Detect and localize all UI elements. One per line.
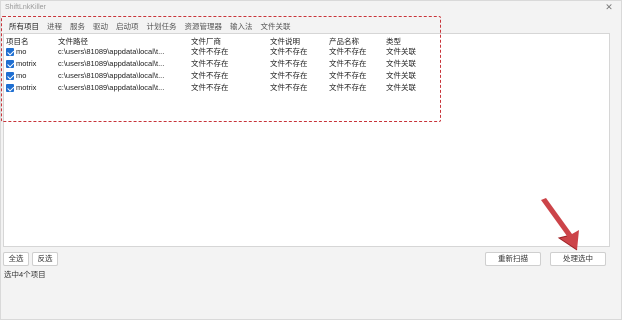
table-row[interactable]: mo c:\users\81089\appdata\local\t... 文件不… <box>4 70 604 82</box>
row-vendor: 文件不存在 <box>191 71 229 80</box>
row-path: c:\users\81089\appdata\local\t... <box>58 59 165 68</box>
row-type: 文件关联 <box>386 83 416 92</box>
row-type: 文件关联 <box>386 47 416 56</box>
tab-startup[interactable]: 启动项 <box>112 21 143 33</box>
app-window: ShiftLnkKiller ✕ 所有项目 进程 服务 驱动 启动项 计划任务 … <box>0 0 622 320</box>
close-icon[interactable]: ✕ <box>603 2 615 12</box>
row-vendor: 文件不存在 <box>191 47 229 56</box>
items-list[interactable]: 项目名 文件路径 文件厂商 文件说明 产品名称 类型 mo c:\users\8… <box>3 33 610 247</box>
tab-scheduled-tasks[interactable]: 计划任务 <box>143 21 181 33</box>
row-vendor: 文件不存在 <box>191 59 229 68</box>
row-path: c:\users\81089\appdata\local\t... <box>58 47 165 56</box>
table-row[interactable]: mo c:\users\81089\appdata\local\t... 文件不… <box>4 46 604 58</box>
invert-selection-button[interactable]: 反选 <box>32 252 58 266</box>
row-path: c:\users\81089\appdata\local\t... <box>58 83 165 92</box>
tab-file-association[interactable]: 文件关联 <box>257 21 295 33</box>
tab-drivers[interactable]: 驱动 <box>89 21 112 33</box>
tab-input-method[interactable]: 输入法 <box>226 21 257 33</box>
row-description: 文件不存在 <box>270 59 308 68</box>
row-checkbox[interactable] <box>6 84 14 92</box>
window-title: ShiftLnkKiller <box>5 4 46 11</box>
process-selected-button[interactable]: 处理选中 <box>550 252 606 266</box>
row-product: 文件不存在 <box>329 71 367 80</box>
row-type: 文件关联 <box>386 59 416 68</box>
row-name: motrix <box>16 59 37 68</box>
tab-processes[interactable]: 进程 <box>43 21 66 33</box>
tab-explorer[interactable]: 资源管理器 <box>181 21 227 33</box>
row-name: mo <box>16 71 27 80</box>
tab-services[interactable]: 服务 <box>66 21 89 33</box>
row-path: c:\users\81089\appdata\local\t... <box>58 71 165 80</box>
row-checkbox[interactable] <box>6 48 14 56</box>
rescan-button[interactable]: 重新扫描 <box>485 252 541 266</box>
row-vendor: 文件不存在 <box>191 83 229 92</box>
row-product: 文件不存在 <box>329 83 367 92</box>
row-type: 文件关联 <box>386 71 416 80</box>
select-all-button[interactable]: 全选 <box>3 252 29 266</box>
row-description: 文件不存在 <box>270 71 308 80</box>
row-product: 文件不存在 <box>329 59 367 68</box>
title-bar: ShiftLnkKiller ✕ <box>1 1 622 15</box>
tab-all-items[interactable]: 所有项目 <box>5 21 43 33</box>
row-checkbox[interactable] <box>6 60 14 68</box>
row-checkbox[interactable] <box>6 72 14 80</box>
row-description: 文件不存在 <box>270 83 308 92</box>
row-description: 文件不存在 <box>270 47 308 56</box>
row-name: motrix <box>16 83 37 92</box>
status-text: 选中4个项目 <box>4 270 46 279</box>
row-product: 文件不存在 <box>329 47 367 56</box>
row-name: mo <box>16 47 27 56</box>
category-tabs: 所有项目 进程 服务 驱动 启动项 计划任务 资源管理器 输入法 文件关联 <box>5 21 295 33</box>
table-row[interactable]: motrix c:\users\81089\appdata\local\t...… <box>4 82 604 94</box>
table-row[interactable]: motrix c:\users\81089\appdata\local\t...… <box>4 58 604 70</box>
annotation-arrow-icon <box>541 198 579 251</box>
